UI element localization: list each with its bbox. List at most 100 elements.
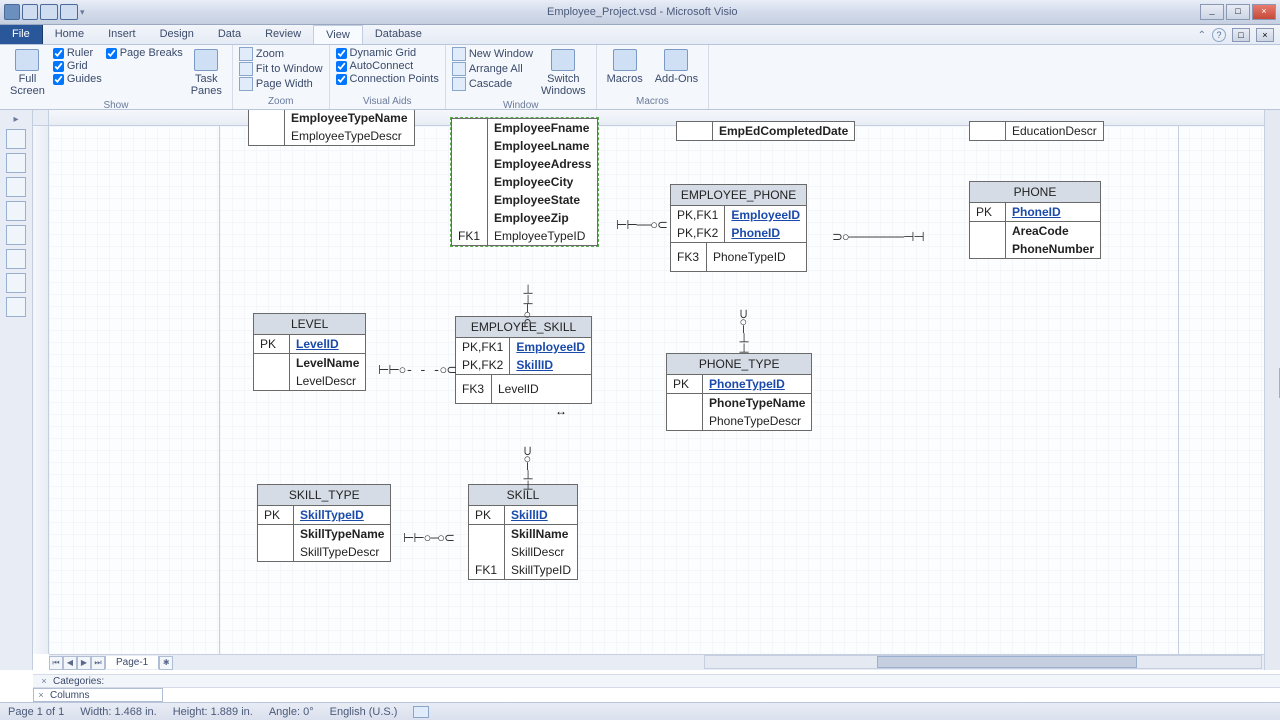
fit-icon (239, 62, 253, 76)
window-group: New Window Arrange All Cascade Switch Wi… (446, 45, 597, 109)
ruler-checkbox[interactable]: Ruler (53, 47, 102, 59)
status-page: Page 1 of 1 (8, 706, 64, 718)
connector-tool-icon[interactable] (6, 153, 26, 173)
database-tab[interactable]: Database (363, 25, 434, 44)
pagewidth-button[interactable]: Page Width (239, 77, 323, 91)
redo-icon[interactable] (60, 4, 78, 20)
show-group: Full Screen Ruler Grid Guides Page Break… (0, 45, 233, 109)
zoom-button[interactable]: Zoom (239, 47, 323, 61)
vertical-ruler[interactable] (33, 126, 49, 654)
minimize-button[interactable]: _ (1200, 4, 1224, 20)
save-icon[interactable] (22, 4, 38, 20)
categories-close-icon[interactable]: × (39, 676, 49, 686)
grid-checkbox[interactable]: Grid (53, 60, 102, 72)
prev-page-icon[interactable]: ◀ (63, 656, 77, 670)
pointer-tool-icon[interactable] (6, 129, 26, 149)
connection-tool-icon[interactable] (6, 297, 26, 317)
guides-checkbox[interactable]: Guides (53, 73, 102, 85)
insert-tab[interactable]: Insert (96, 25, 148, 44)
view-tab[interactable]: View (313, 25, 363, 44)
status-width: Width: 1.468 in. (80, 706, 156, 718)
entity-employeephone[interactable]: EMPLOYEE_PHONE PK,FK1EmployeeID PK,FK2Ph… (670, 184, 807, 272)
entity-skilltype[interactable]: SKILL_TYPE PKSkillTypeID SkillTypeName S… (257, 484, 391, 562)
entity-education[interactable]: EducationDescr (969, 121, 1104, 141)
entity-skill[interactable]: SKILL PKSkillID SkillName SkillDescr FK1… (468, 484, 578, 580)
zoom-group: Zoom Fit to Window Page Width Zoom (233, 45, 330, 109)
window-title: Employee_Project.vsd - Microsoft Visio (85, 6, 1200, 18)
new-page-icon[interactable]: ✱ (159, 656, 173, 670)
macros-button[interactable]: Macros (603, 47, 647, 87)
columns-label: Columns (46, 690, 89, 701)
close-button[interactable]: × (1252, 4, 1276, 20)
review-tab[interactable]: Review (253, 25, 313, 44)
macros-icon (613, 49, 637, 71)
page-tab[interactable]: Page-1 (105, 656, 159, 669)
taskpanes-button[interactable]: Task Panes (187, 47, 226, 99)
fullscreen-button[interactable]: Full Screen (6, 47, 49, 99)
quick-access-toolbar: ▾ (4, 4, 85, 20)
horizontal-scroll-thumb[interactable] (877, 656, 1137, 668)
columns-close-icon[interactable]: × (36, 690, 46, 700)
design-tab[interactable]: Design (148, 25, 206, 44)
rectangle-tool-icon[interactable] (6, 201, 26, 221)
switchwindows-button[interactable]: Switch Windows (537, 47, 590, 99)
connector[interactable]: ⊣⊣─○⊂ (520, 284, 535, 328)
status-height: Height: 1.889 in. (173, 706, 253, 718)
connector[interactable]: ⊢⊢○- - -○⊂ (378, 363, 456, 378)
connector[interactable]: ⊃○─⊣⊣ (736, 309, 751, 353)
entity-employeeskill[interactable]: EMPLOYEE_SKILL PK,FK1EmployeeID PK,FK2Sk… (455, 316, 592, 404)
addons-button[interactable]: Add-Ons (651, 47, 702, 87)
title-bar: ▾ Employee_Project.vsd - Microsoft Visio… (0, 0, 1280, 25)
doc-restore-button[interactable]: □ (1232, 28, 1250, 42)
next-page-icon[interactable]: ▶ (77, 656, 91, 670)
dynamicgrid-checkbox[interactable]: Dynamic Grid (336, 47, 439, 59)
pagebreaks-checkbox[interactable]: Page Breaks (106, 47, 183, 59)
switch-icon (551, 49, 575, 71)
entity-phonetype[interactable]: PHONE_TYPE PKPhoneTypeID PhoneTypeName P… (666, 353, 812, 431)
newwindow-button[interactable]: New Window (452, 47, 533, 61)
maximize-button[interactable]: □ (1226, 4, 1250, 20)
entity-employee[interactable]: EmployeeFname EmployeeLname EmployeeAdre… (451, 118, 598, 246)
arrangeall-button[interactable]: Arrange All (452, 62, 533, 76)
data-tab[interactable]: Data (206, 25, 253, 44)
connectionpoints-checkbox[interactable]: Connection Points (336, 73, 439, 85)
stencil-tool-icon[interactable] (6, 273, 26, 293)
crop-tool-icon[interactable] (6, 249, 26, 269)
shapes-expand-icon[interactable]: ▸ (13, 114, 18, 125)
visio-icon[interactable] (4, 4, 20, 20)
connector[interactable]: ⊢⊢──○⊂ (616, 218, 667, 233)
workspace: ▸ EmployeeTypeName EmployeeTypeDescr Emp… (0, 110, 1280, 670)
cascade-button[interactable]: Cascade (452, 77, 533, 91)
text-tool-icon[interactable] (6, 177, 26, 197)
undo-icon[interactable] (40, 4, 58, 20)
canvas-area: EmployeeTypeName EmployeeTypeDescr Emplo… (33, 110, 1280, 670)
last-page-icon[interactable]: ⏭ (91, 656, 105, 670)
record-macro-icon[interactable] (413, 706, 429, 718)
connector[interactable]: ⊃○────────⊣⊣ (832, 230, 924, 245)
minimize-ribbon-icon[interactable]: ⌃ (1198, 30, 1206, 41)
connector[interactable]: ⊃○─⊣⊣ (520, 446, 535, 490)
drawing-surface[interactable]: EmployeeTypeName EmployeeTypeDescr Emplo… (49, 126, 1280, 654)
columns-bar[interactable]: × Columns (33, 688, 163, 702)
categories-label: Categories: (53, 676, 104, 687)
autoconnect-checkbox[interactable]: AutoConnect (336, 60, 439, 72)
vertical-scrollbar[interactable] (1264, 110, 1280, 670)
help-icon[interactable]: ? (1212, 28, 1226, 42)
zoom-icon (239, 47, 253, 61)
connector[interactable]: ⊢⊢○─○⊂ (403, 531, 454, 546)
ribbon: Full Screen Ruler Grid Guides Page Break… (0, 45, 1280, 110)
entity-phone[interactable]: PHONE PKPhoneID AreaCode PhoneNumber (969, 181, 1101, 259)
entity-emped[interactable]: EmpEdCompletedDate (676, 121, 855, 141)
status-angle: Angle: 0° (269, 706, 314, 718)
home-tab[interactable]: Home (43, 25, 96, 44)
entity-level[interactable]: LEVEL PKLevelID LevelName LevelDescr (253, 313, 366, 391)
window-controls: _ □ × (1200, 4, 1276, 20)
entity-employeetype[interactable]: EmployeeTypeName EmployeeTypeDescr (248, 110, 415, 146)
first-page-icon[interactable]: ⏮ (49, 656, 63, 670)
pencil-tool-icon[interactable] (6, 225, 26, 245)
page-tabs: ⏮ ◀ ▶ ⏭ Page-1 ✱ (49, 654, 1280, 670)
help-controls: ⌃ ? □ × (1198, 28, 1274, 42)
doc-close-button[interactable]: × (1256, 28, 1274, 42)
file-tab[interactable]: File (0, 25, 43, 44)
fit-button[interactable]: Fit to Window (239, 62, 323, 76)
